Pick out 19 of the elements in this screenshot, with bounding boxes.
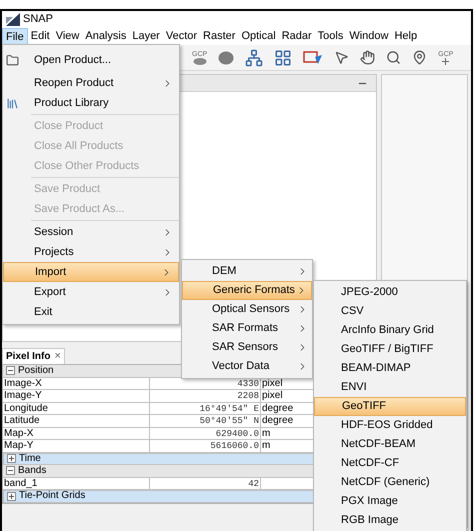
property-name: Map-Y	[3, 440, 150, 452]
section-label: Position	[18, 366, 54, 376]
window-title: SNAP	[23, 12, 53, 28]
tab-label: Pixel Info	[6, 350, 50, 364]
property-value: 629400.0	[150, 428, 261, 439]
section-label: Bands	[18, 466, 46, 476]
property-value: 5616060.0	[150, 440, 261, 452]
property-name: band_1	[3, 478, 150, 489]
property-name: Latitude	[3, 415, 150, 426]
property-value: 16°49'54" E	[150, 402, 261, 414]
section-label: Time	[19, 454, 41, 464]
property-value: 2208	[150, 390, 261, 402]
property-name: Longitude	[3, 402, 150, 414]
property-value: 42	[150, 478, 261, 489]
property-name: Map-X	[3, 428, 150, 439]
property-value: 50°40'55" N	[150, 415, 261, 426]
section-label: Tie-Point Grids	[19, 491, 86, 502]
property-name: Image-X	[3, 378, 150, 389]
property-name: Image-Y	[3, 390, 150, 402]
